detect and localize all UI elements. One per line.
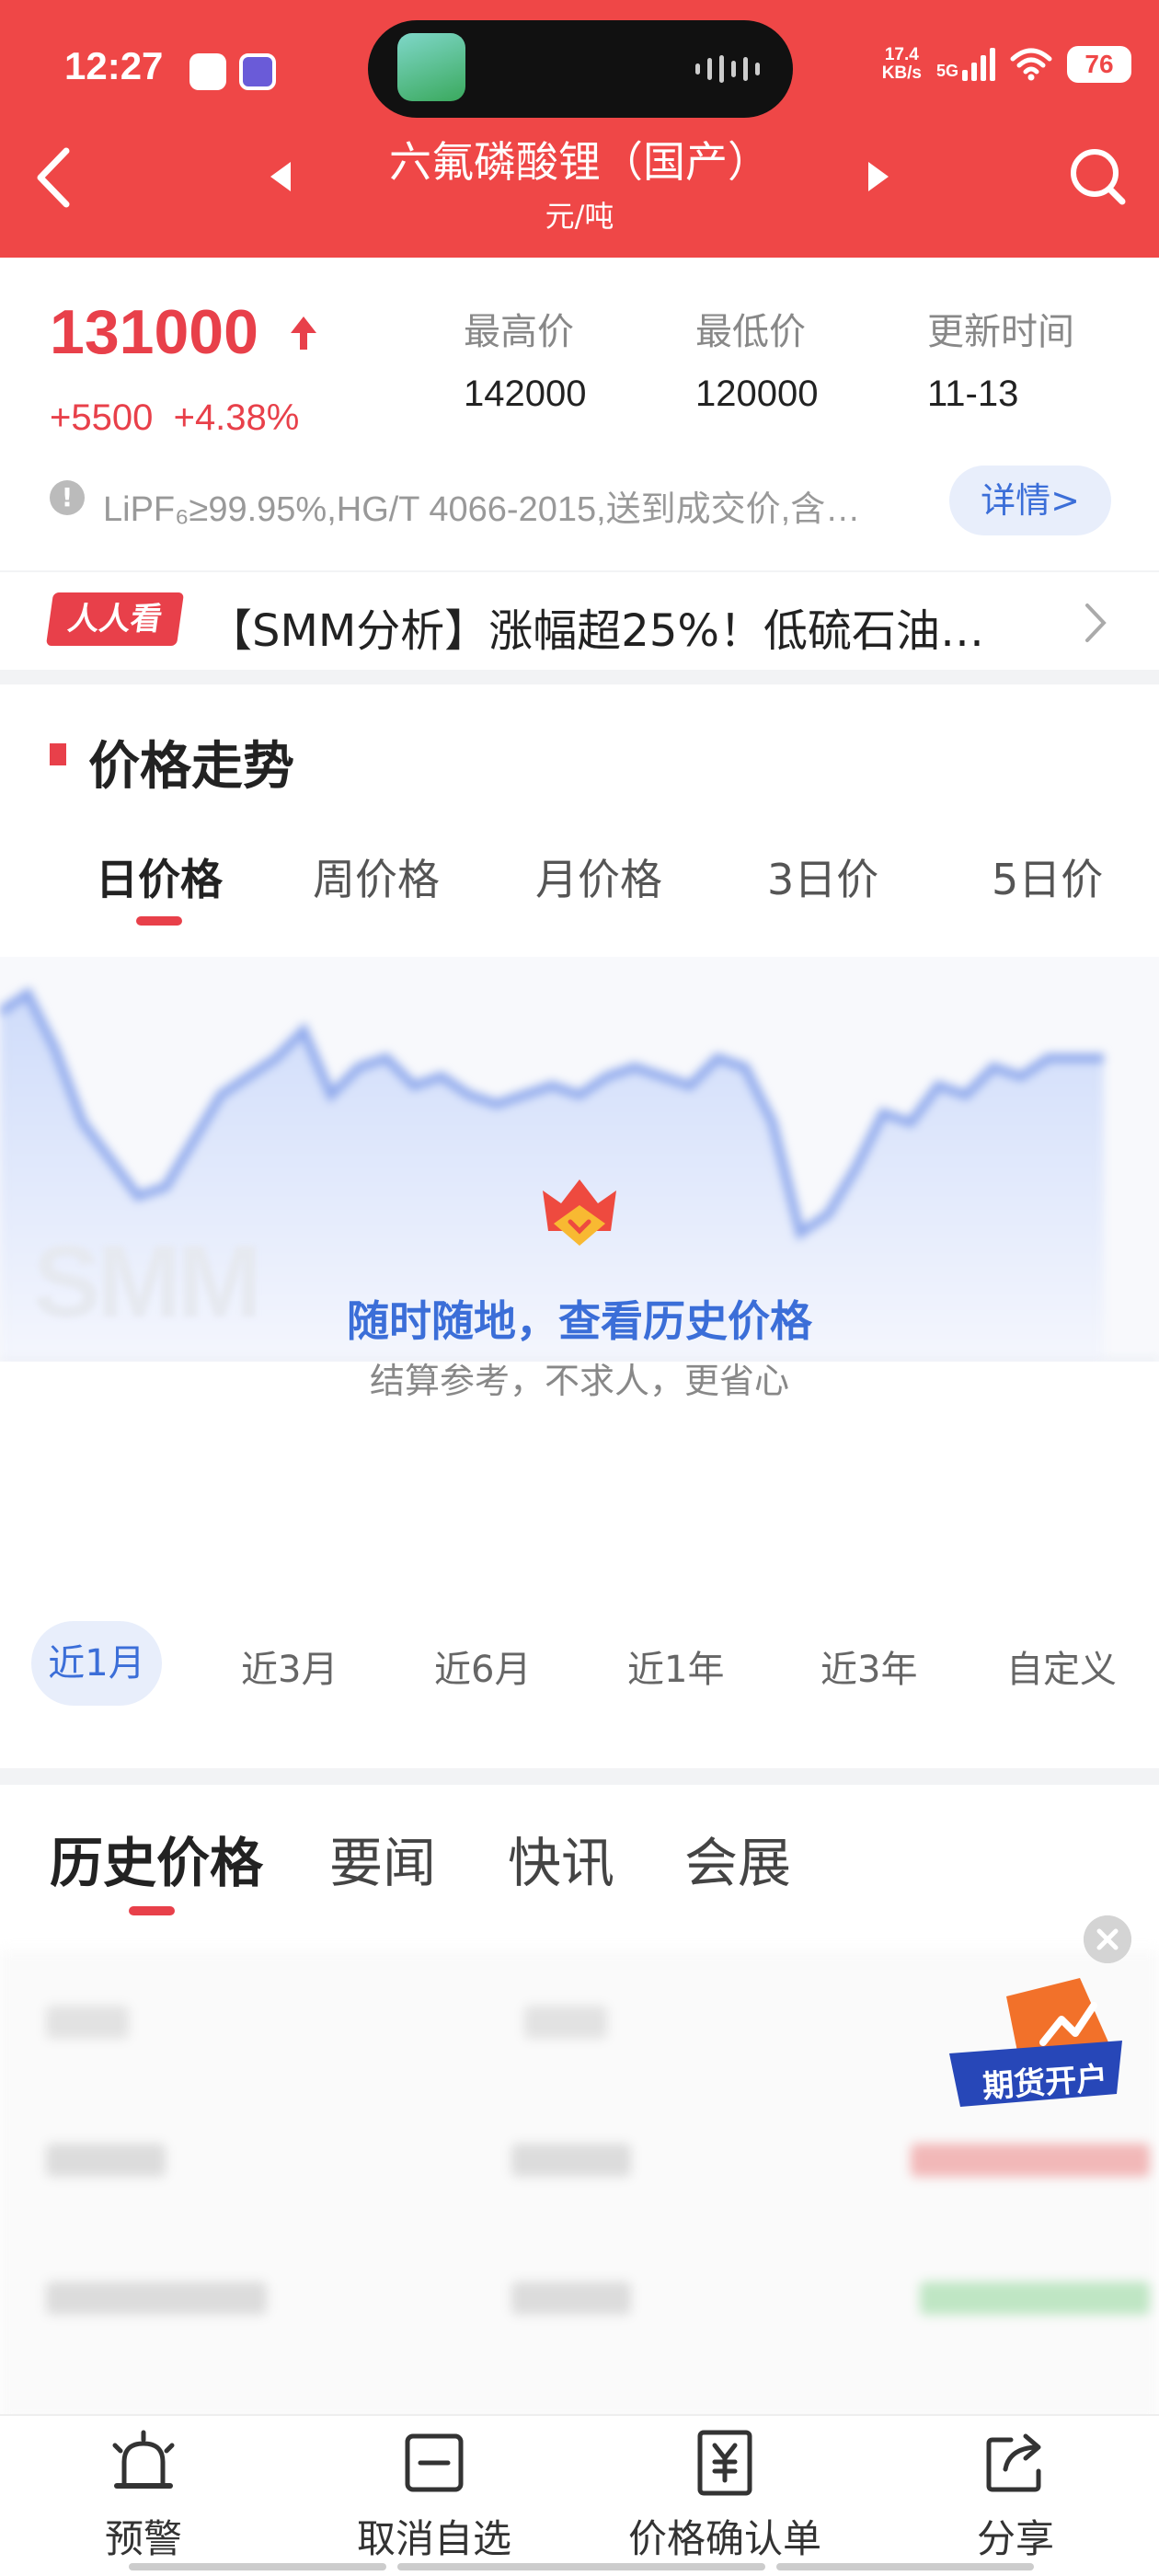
stat-value-updated: 11-13 <box>927 374 1019 414</box>
range-3-months[interactable]: 近3月 <box>241 1639 338 1693</box>
section-marker <box>50 743 66 765</box>
range-custom[interactable]: 自定义 <box>1006 1639 1117 1693</box>
bottom-action-bar: 预警 取消自选 价格确认单 分享 <box>0 2414 1159 2576</box>
stat-value-high: 142000 <box>464 374 587 414</box>
alert-label: 预警 <box>104 2516 182 2561</box>
active-tab-indicator <box>136 916 182 926</box>
signal-icon: 5G <box>936 48 995 81</box>
home-indicator <box>397 2563 765 2570</box>
previous-item-icon[interactable] <box>267 158 294 195</box>
section-title: 价格走势 <box>88 737 294 797</box>
next-item-icon[interactable] <box>865 158 892 195</box>
spec-note: LiPF₆≥99.95%,HG/T 4066-2015,送到成交价,含… <box>103 490 861 529</box>
header: 12:27 17.4 KB/s 5G 76 六氟磷酸锂（国产） 元/吨 <box>0 0 1159 258</box>
media-thumbnail-icon <box>397 33 465 101</box>
audio-wave-icon <box>695 55 760 83</box>
info-icon: ! <box>50 480 85 515</box>
ticker-badge: 人人看 <box>45 592 185 646</box>
dynamic-island[interactable] <box>368 20 793 118</box>
remove-watchlist-label: 取消自选 <box>356 2516 511 2561</box>
price-change: +5500 +4.38% <box>50 397 299 439</box>
battery-icon: 76 <box>1067 46 1131 83</box>
range-3-years[interactable]: 近3年 <box>820 1639 917 1693</box>
tab-history-price[interactable]: 历史价格 <box>50 1820 263 1897</box>
status-icons: 17.4 KB/s 5G 76 <box>882 46 1131 83</box>
range-6-months[interactable]: 近6月 <box>434 1639 531 1693</box>
news-ticker[interactable]: 人人看 【SMM分析】涨幅超25%！低硫石油… <box>0 572 1159 670</box>
stat-value-low: 120000 <box>695 374 819 414</box>
remove-watchlist-button[interactable]: 取消自选 <box>315 2429 554 2564</box>
change-absolute: +5500 <box>50 397 154 438</box>
tab-weekly[interactable]: 周价格 <box>313 846 440 907</box>
stat-label-low: 最低价 <box>695 311 806 353</box>
alert-button[interactable]: 预警 <box>24 2429 263 2564</box>
notification-app-icon <box>189 53 226 90</box>
tab-news[interactable]: 要闻 <box>329 1820 436 1897</box>
promo-subtitle: 结算参考，不求人，更省心 <box>369 1361 789 1401</box>
futures-account-promo[interactable]: 期货开户 <box>942 1969 1135 2125</box>
detail-button[interactable]: 详情> <box>949 466 1111 535</box>
tab-monthly[interactable]: 月价格 <box>535 846 662 907</box>
stat-label-high: 最高价 <box>464 311 574 353</box>
share-button[interactable]: 分享 <box>896 2429 1135 2564</box>
change-percent: +4.38% <box>173 397 300 438</box>
ticker-headline[interactable]: 【SMM分析】涨幅超25%！低硫石油… <box>208 594 1054 659</box>
alarm-icon <box>112 2430 175 2489</box>
page-title: 六氟磷酸锂（国产） <box>389 137 770 187</box>
tab-flash[interactable]: 快讯 <box>508 1820 614 1897</box>
time-range-selector: 近1月 近3月 近6月 近1年 近3年 自定义 <box>0 1604 1159 1724</box>
tab-5-day[interactable]: 5日价 <box>992 846 1103 907</box>
share-icon <box>986 2433 1041 2492</box>
price-confirmation-label: 价格确认单 <box>627 2516 821 2561</box>
active-tab-indicator <box>129 1906 175 1915</box>
up-arrow-icon <box>291 316 316 350</box>
page: 12:27 17.4 KB/s 5G 76 六氟磷酸锂（国产） 元/吨 1310… <box>0 0 1159 2576</box>
net-speed: 17.4 KB/s <box>881 45 922 83</box>
tab-daily[interactable]: 日价格 <box>96 846 223 907</box>
home-indicator <box>129 2563 386 2570</box>
range-1-month[interactable]: 近1月 <box>31 1621 162 1706</box>
notification-app-icon <box>239 53 276 90</box>
close-icon[interactable] <box>1084 1915 1131 1963</box>
status-time: 12:27 <box>64 44 164 87</box>
range-1-year[interactable]: 近1年 <box>627 1639 724 1693</box>
price-trend-section: 价格走势 日价格 周价格 月价格 3日价 5日价 SMM 随时随地，查看历史价格… <box>0 684 1159 1768</box>
price-confirmation-button[interactable]: 价格确认单 <box>605 2429 844 2564</box>
promo-title: 随时随地，查看历史价格 <box>347 1296 812 1346</box>
tab-exhibitions[interactable]: 会展 <box>684 1820 791 1897</box>
wifi-icon <box>1010 48 1052 81</box>
promo-logo-icon <box>543 1179 616 1246</box>
minus-box-icon <box>405 2433 464 2492</box>
price-summary-card: 131000 +5500 +4.38% 最高价 142000 最低价 12000… <box>0 258 1159 570</box>
tab-3-day[interactable]: 3日价 <box>767 846 878 907</box>
chevron-right-icon[interactable] <box>1082 600 1109 646</box>
stat-label-updated: 更新时间 <box>927 311 1074 353</box>
home-indicator <box>776 2563 1034 2570</box>
price-unit: 元/吨 <box>545 199 614 234</box>
search-icon[interactable] <box>1067 144 1128 210</box>
current-price: 131000 <box>50 297 258 367</box>
back-arrow-icon[interactable] <box>31 145 77 210</box>
yuan-receipt-icon <box>697 2430 752 2496</box>
share-label: 分享 <box>976 2516 1054 2561</box>
